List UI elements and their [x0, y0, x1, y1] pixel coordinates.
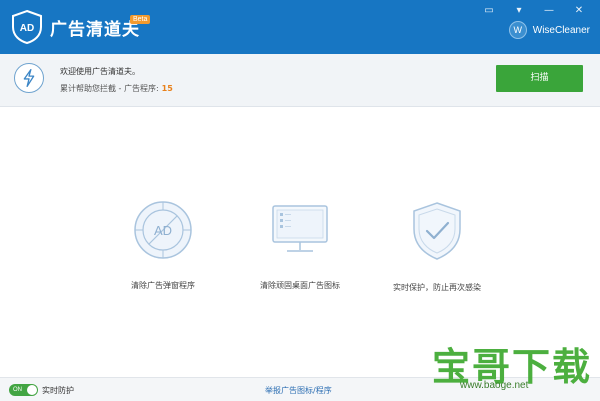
realtime-protection-toggle[interactable]: ON: [9, 384, 38, 396]
brand-link[interactable]: W WiseCleaner: [508, 21, 590, 39]
feature-label: 实时保护，防止再次感染: [393, 283, 481, 292]
dropdown-icon[interactable]: ▾: [512, 4, 526, 18]
brand-name: WiseCleaner: [532, 24, 590, 36]
wisecleaner-logo-icon: W: [508, 21, 527, 39]
title-bar: AD 广告清道夫 Beta ▭ ▾ — ✕ W WiseCleaner: [0, 0, 600, 54]
svg-text:AD: AD: [154, 223, 172, 238]
feature-clean-desktop-icons[interactable]: 清除顽固桌面广告图标: [245, 200, 355, 291]
scan-button[interactable]: 扫描: [496, 65, 583, 92]
feature-realtime-protection[interactable]: 实时保护，防止再次感染: [382, 200, 492, 293]
report-ad-link[interactable]: 举报广告图标/程序: [265, 385, 332, 396]
lightning-icon: [14, 63, 44, 93]
menu-icon[interactable]: ▭: [482, 4, 496, 18]
feature-clean-popups[interactable]: AD 清除广告弹窗程序: [108, 200, 218, 291]
app-logo-icon: AD: [12, 9, 42, 45]
ad-block-icon: AD: [134, 201, 192, 259]
beta-badge: Beta: [130, 15, 151, 24]
feature-label: 清除广告弹窗程序: [131, 281, 195, 290]
watermark: 宝哥下载 www.baoge.net: [432, 336, 600, 400]
counter-value: 15: [161, 84, 173, 93]
watermark-url: www.baoge.net: [460, 380, 529, 391]
app-title: 广告清道夫: [50, 20, 140, 40]
window-controls: ▭ ▾ — ✕: [482, 4, 586, 18]
status-panel: 欢迎使用广告清道夫。 累计帮助您拦截 - 广告程序: 15 扫描: [0, 54, 600, 107]
realtime-protection-label: 实时防护: [42, 386, 74, 395]
desktop-monitor-icon: [272, 205, 328, 252]
minimize-icon[interactable]: —: [542, 4, 556, 18]
feature-label: 清除顽固桌面广告图标: [260, 281, 340, 290]
welcome-text: 欢迎使用广告清道夫。: [60, 67, 140, 76]
shield-check-icon: [413, 202, 461, 260]
close-icon[interactable]: ✕: [572, 4, 586, 18]
block-counter: 累计帮助您拦截 - 广告程序: 15: [60, 83, 173, 94]
counter-label: 累计帮助您拦截 - 广告程序:: [60, 84, 159, 93]
svg-text:AD: AD: [20, 23, 34, 34]
